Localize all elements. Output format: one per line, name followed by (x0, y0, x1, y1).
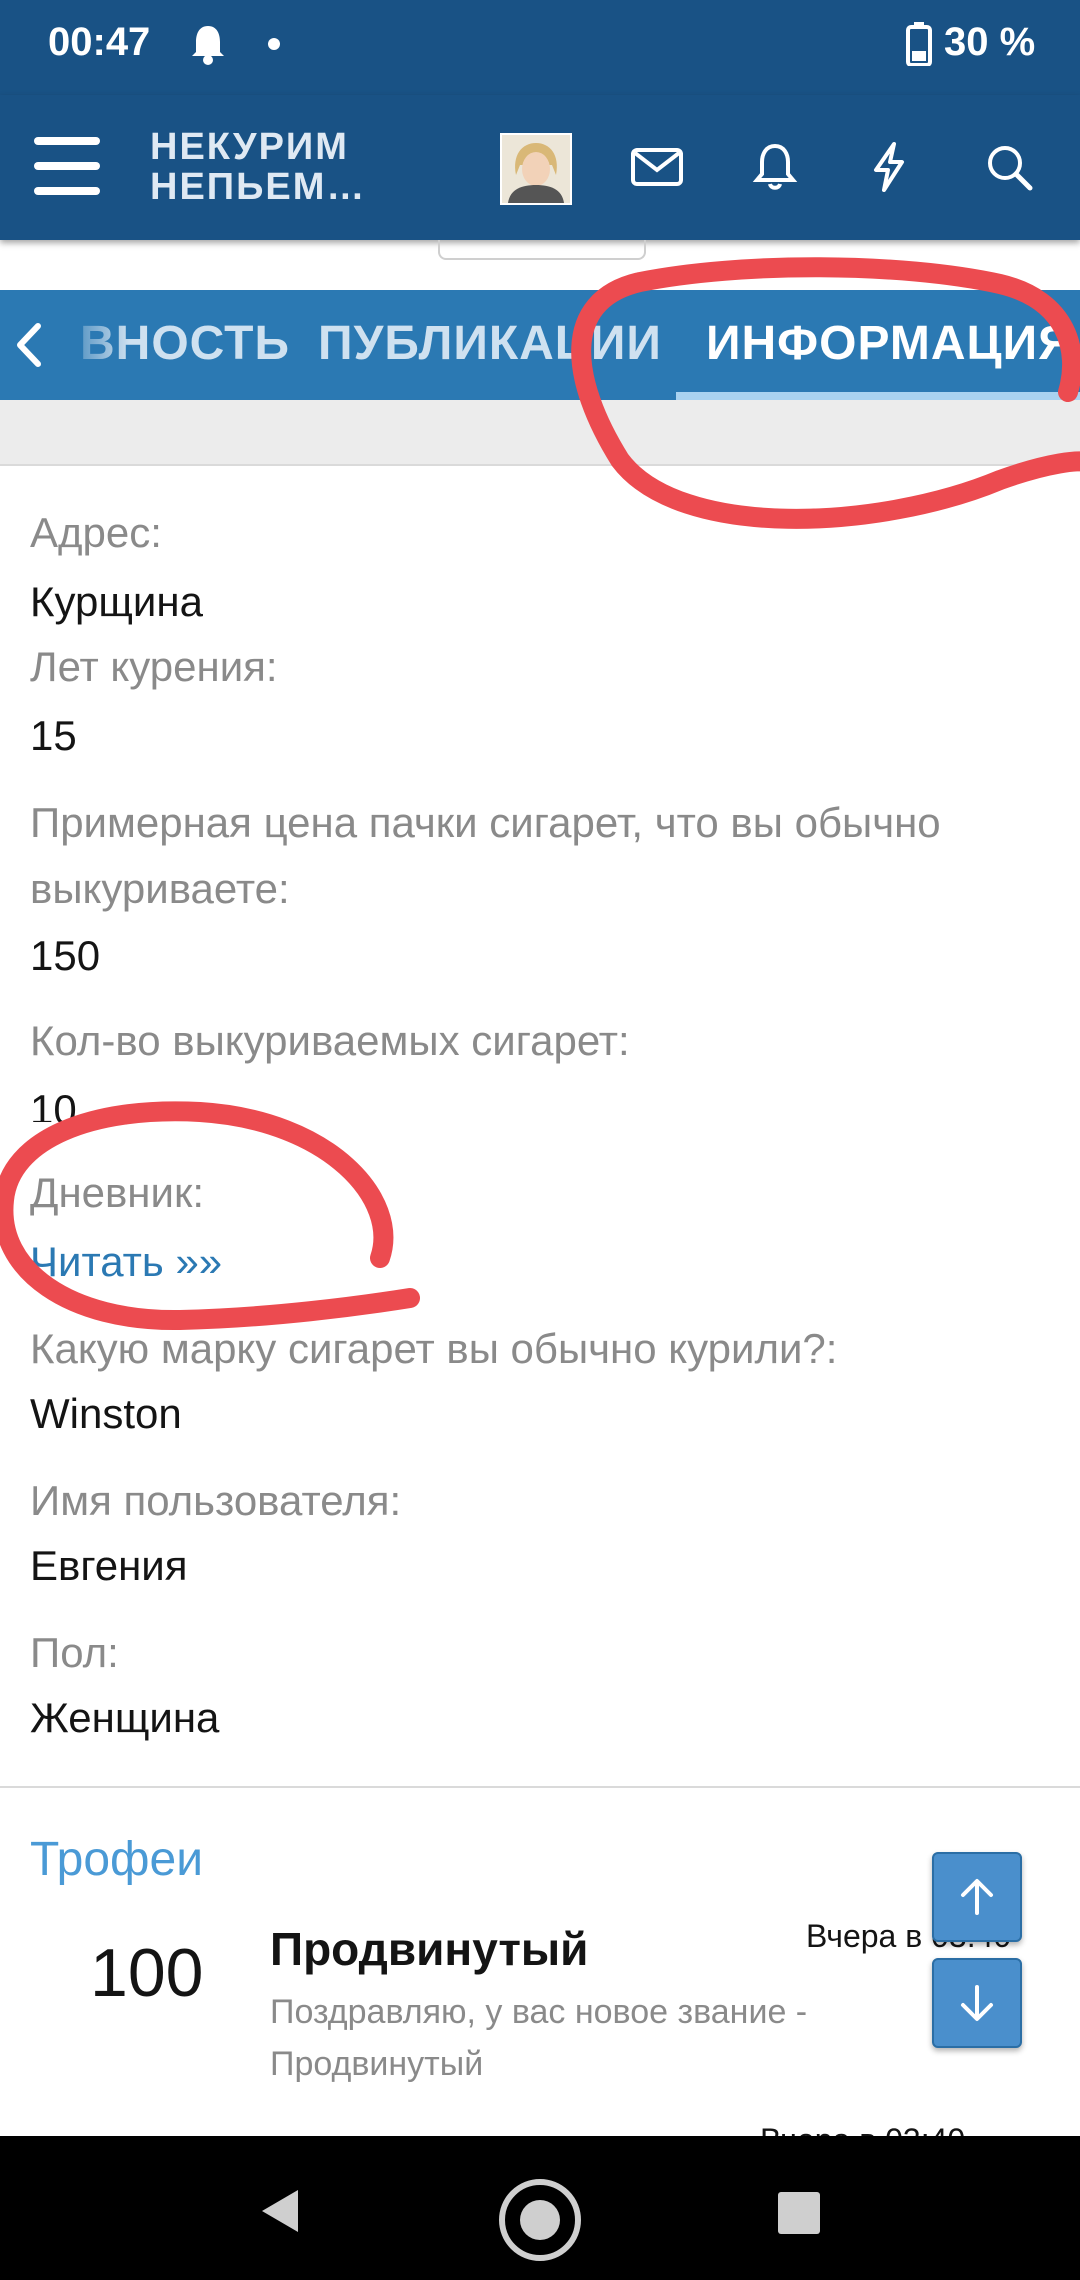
recents-nav-icon[interactable] (776, 2190, 822, 2236)
field-label-years-smoking: Лет курения: (30, 643, 278, 690)
scroll-down-button[interactable] (932, 1958, 1022, 2048)
lightning-icon[interactable] (862, 140, 916, 194)
logo-line-1: НЕКУРИМ (150, 126, 349, 168)
divider (0, 1786, 1080, 1788)
field-value-address: Курщина (30, 578, 203, 625)
mail-icon[interactable] (630, 140, 684, 194)
battery-percent: 30 % (944, 20, 1036, 64)
field-value-cigarette-count: 10 (30, 1086, 77, 1122)
arrow-down-icon (961, 1985, 993, 2021)
status-bar: 00:47 30 % (0, 0, 1080, 95)
field-label-username: Имя пользователя: (30, 1477, 402, 1524)
logo-line-2: НЕПЬЕМ… (150, 166, 367, 208)
section-divider-bar (0, 400, 1080, 466)
site-logo[interactable]: НЕКУРИМ НЕПЬЕМ… (150, 127, 366, 207)
menu-icon[interactable] (34, 137, 100, 195)
trophy-description: Поздравляю, у вас новое звание - Продвин… (270, 1993, 808, 2083)
arrow-up-icon (961, 1879, 993, 1915)
search-icon[interactable] (982, 140, 1036, 194)
field-value-clip: 10 (30, 1086, 230, 1122)
active-tab-indicator (676, 392, 1080, 400)
field-label-gender: Пол: (30, 1629, 119, 1676)
diary-read-link[interactable]: Читать »» (30, 1238, 222, 1286)
collapsed-panel-handle (438, 240, 646, 260)
trophy-points: 100 (90, 1935, 204, 2011)
tab-publications[interactable]: ПУБЛИКАЦИИ (318, 316, 662, 371)
scroll-up-button[interactable] (932, 1852, 1022, 1942)
tab-fade (40, 290, 130, 400)
field-value-username: Евгения (30, 1542, 188, 1589)
battery-icon (906, 22, 932, 66)
avatar-image (502, 135, 570, 203)
profile-tabs: ВНОСТЬ ПУБЛИКАЦИИ ИНФОРМАЦИЯ (0, 290, 1080, 400)
field-value-pack-price: 150 (30, 932, 101, 979)
alerts-bell-icon[interactable] (748, 140, 802, 194)
notification-bell-icon (192, 26, 224, 65)
avatar[interactable] (500, 133, 572, 205)
field-value-brand: Winston (30, 1390, 182, 1437)
status-time: 00:47 (48, 20, 151, 64)
app-header: НЕКУРИМ НЕПЬЕМ… (0, 95, 1080, 240)
home-nav-icon[interactable] (498, 2178, 582, 2262)
chevron-left-icon[interactable] (10, 320, 50, 370)
field-value-gender: Женщина (30, 1694, 220, 1741)
system-nav-bar (0, 2136, 1080, 2280)
field-label-cigarette-count: Кол-во выкуриваемых сигарет: (30, 1017, 630, 1064)
tab-information[interactable]: ИНФОРМАЦИЯ (706, 316, 1074, 371)
trophies-heading[interactable]: Трофеи (30, 1832, 203, 1887)
field-label-brand: Какую марку сигарет вы обычно курили?: (30, 1325, 838, 1372)
trophy-name: Продвинутый (270, 1923, 589, 1975)
notification-dot (268, 38, 280, 50)
field-label-address: Адрес: (30, 509, 162, 556)
field-value-years-smoking: 15 (30, 712, 77, 759)
back-nav-icon[interactable] (254, 2186, 304, 2236)
field-label-diary: Дневник: (30, 1169, 205, 1216)
field-label-pack-price: Примерная цена пачки сигарет, что вы обы… (30, 799, 941, 912)
